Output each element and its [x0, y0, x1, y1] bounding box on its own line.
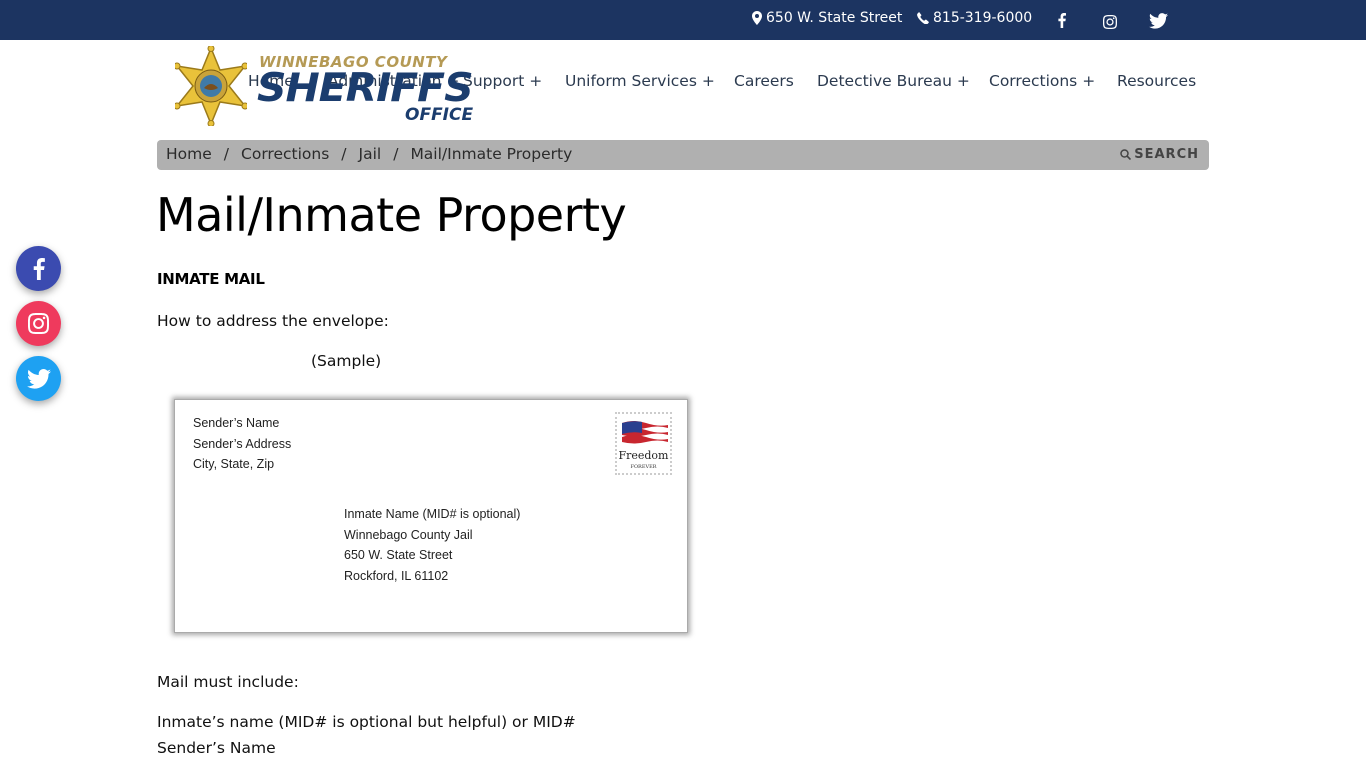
envelope-recipient-line: Inmate Name (MID# is optional) [344, 507, 521, 521]
search-icon [1120, 149, 1132, 160]
breadcrumb: Home / Corrections / Jail / Mail/Inmate … [166, 145, 572, 163]
envelope-sender-line: City, State, Zip [193, 457, 275, 471]
instagram-icon [28, 313, 49, 334]
search-button[interactable]: SEARCH [1120, 147, 1199, 162]
breadcrumb-corrections[interactable]: Corrections [241, 145, 329, 163]
twitter-icon [26, 368, 51, 389]
include-item: Sender’s Name [157, 739, 276, 757]
floating-instagram-button[interactable] [16, 301, 61, 346]
address-text: 650 W. State Street [766, 10, 903, 26]
search-label: SEARCH [1134, 147, 1199, 162]
envelope-recipient-line: Rockford, IL 61102 [344, 568, 449, 583]
phone-link[interactable]: 815-319-6000 [917, 10, 1032, 26]
facebook-icon [1058, 13, 1066, 28]
logo-office-text: OFFICE [405, 105, 474, 125]
us-flag-icon [622, 421, 668, 447]
how-to-text: How to address the envelope: [157, 312, 389, 330]
postage-stamp: Freedom FOREVER [615, 412, 672, 475]
instagram-icon [1103, 15, 1117, 29]
floating-facebook-button[interactable] [16, 246, 61, 291]
top-bar: 650 W. State Street 815-319-6000 [0, 0, 1366, 40]
nav-item-detective-bureau[interactable]: Detective Bureau + [817, 72, 970, 90]
nav-item-uniform-services[interactable]: Uniform Services + [565, 72, 715, 90]
section-heading: INMATE MAIL [157, 270, 265, 288]
envelope-recipient-line: 650 W. State Street [344, 548, 453, 562]
map-marker-icon [752, 11, 762, 25]
address-link[interactable]: 650 W. State Street [752, 10, 902, 26]
envelope-sample-image: Sender’s Name Sender’s Address City, Sta… [174, 399, 688, 633]
phone-icon [917, 12, 929, 24]
envelope-sender-line: Sender’s Name [193, 416, 280, 430]
envelope-sender-block: Sender’s Name Sender’s Address City, Sta… [193, 413, 291, 475]
facebook-icon [33, 257, 45, 280]
twitter-icon [1149, 13, 1168, 29]
nav-item-corrections[interactable]: Corrections + [989, 72, 1095, 90]
breadcrumb-current: Mail/Inmate Property [410, 145, 573, 163]
envelope-sender-line: Sender’s Address [193, 436, 292, 451]
nav-item-careers[interactable]: Careers [734, 72, 794, 90]
envelope-recipient-line: Winnebago County Jail [344, 527, 473, 542]
nav-item-resources[interactable]: Resources [1117, 72, 1196, 90]
floating-twitter-button[interactable] [16, 356, 61, 401]
page-title: Mail/Inmate Property [156, 188, 627, 242]
topbar-instagram-link[interactable] [1103, 15, 1117, 29]
breadcrumb-separator: / [393, 145, 399, 163]
breadcrumb-jail[interactable]: Jail [359, 145, 382, 163]
phone-text: 815-319-6000 [933, 10, 1033, 26]
breadcrumb-separator: / [341, 145, 347, 163]
sample-label: (Sample) [311, 352, 382, 370]
sheriff-star-icon [175, 46, 247, 126]
breadcrumb-bar: Home / Corrections / Jail / Mail/Inmate … [157, 140, 1209, 170]
stamp-text: Freedom [618, 449, 669, 462]
stamp-subtext: FOREVER [630, 464, 657, 470]
topbar-facebook-link[interactable] [1058, 13, 1066, 28]
topbar-twitter-link[interactable] [1149, 13, 1168, 29]
breadcrumb-home[interactable]: Home [166, 145, 212, 163]
include-item: Inmate’s name (MID# is optional but help… [157, 713, 576, 731]
must-include-text: Mail must include: [157, 673, 299, 691]
envelope-recipient-block: Inmate Name (MID# is optional) Winnebago… [344, 504, 520, 586]
site-logo[interactable]: WINNEBAGO COUNTY SHERIFFS OFFICE [175, 46, 515, 128]
breadcrumb-separator: / [223, 145, 230, 163]
